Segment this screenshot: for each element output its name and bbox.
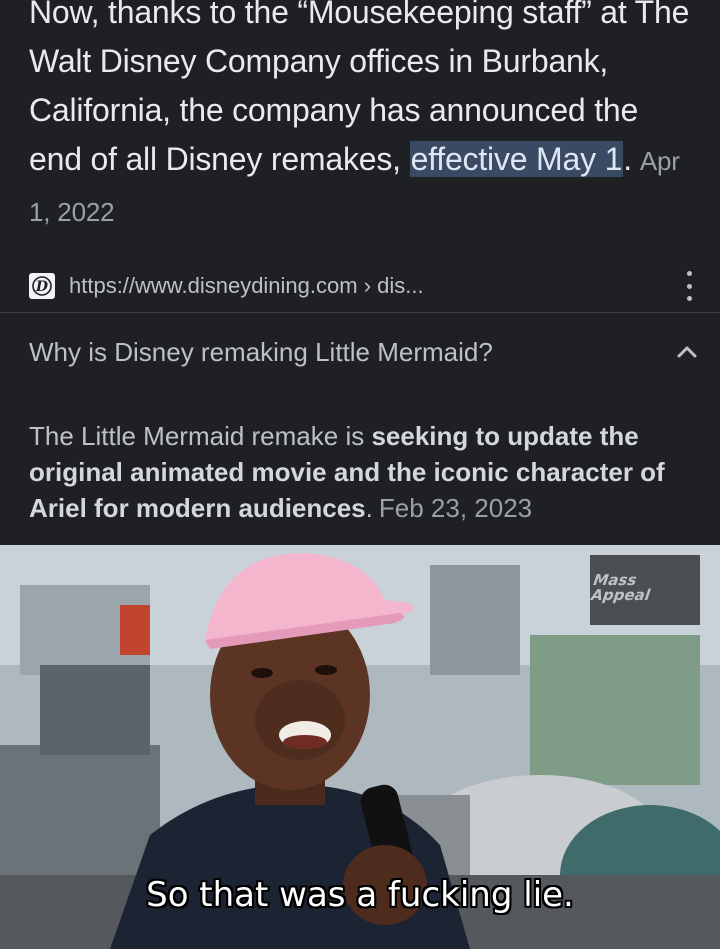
question-answer: The Little Mermaid remake is seeking to …	[29, 418, 699, 526]
question-text[interactable]: Why is Disney remaking Little Mermaid?	[29, 337, 493, 368]
related-question[interactable]: Why is Disney remaking Little Mermaid?	[29, 330, 699, 374]
more-vertical-icon[interactable]	[679, 271, 699, 301]
snippet-period: .	[623, 141, 632, 177]
disneydining-favicon-icon: D	[29, 273, 55, 299]
source-url[interactable]: https://www.disneydining.com › dis...	[69, 273, 424, 299]
screenshot: Now, thanks to the “Mousekeeping staff” …	[0, 0, 720, 949]
featured-snippet: Now, thanks to the “Mousekeeping staff” …	[29, 0, 699, 237]
divider	[0, 312, 720, 313]
source-row[interactable]: D https://www.disneydining.com › dis...	[29, 266, 699, 306]
meme-image: Mass Appeal So that was a fucking lie.	[0, 545, 720, 949]
answer-tail: .	[365, 493, 373, 523]
watermark-logo: Mass Appeal	[589, 571, 689, 609]
answer-date: Feb 23, 2023	[378, 493, 533, 523]
meme-caption: So that was a fucking lie.	[146, 875, 574, 915]
watermark-text: Mass Appeal	[590, 571, 652, 604]
chevron-up-icon[interactable]	[675, 340, 699, 364]
snippet-highlight: effective May 1	[409, 141, 624, 177]
answer-lead: The Little Mermaid remake is	[29, 421, 372, 451]
search-result: Now, thanks to the “Mousekeeping staff” …	[0, 0, 720, 545]
favicon-letter: D	[35, 279, 49, 295]
